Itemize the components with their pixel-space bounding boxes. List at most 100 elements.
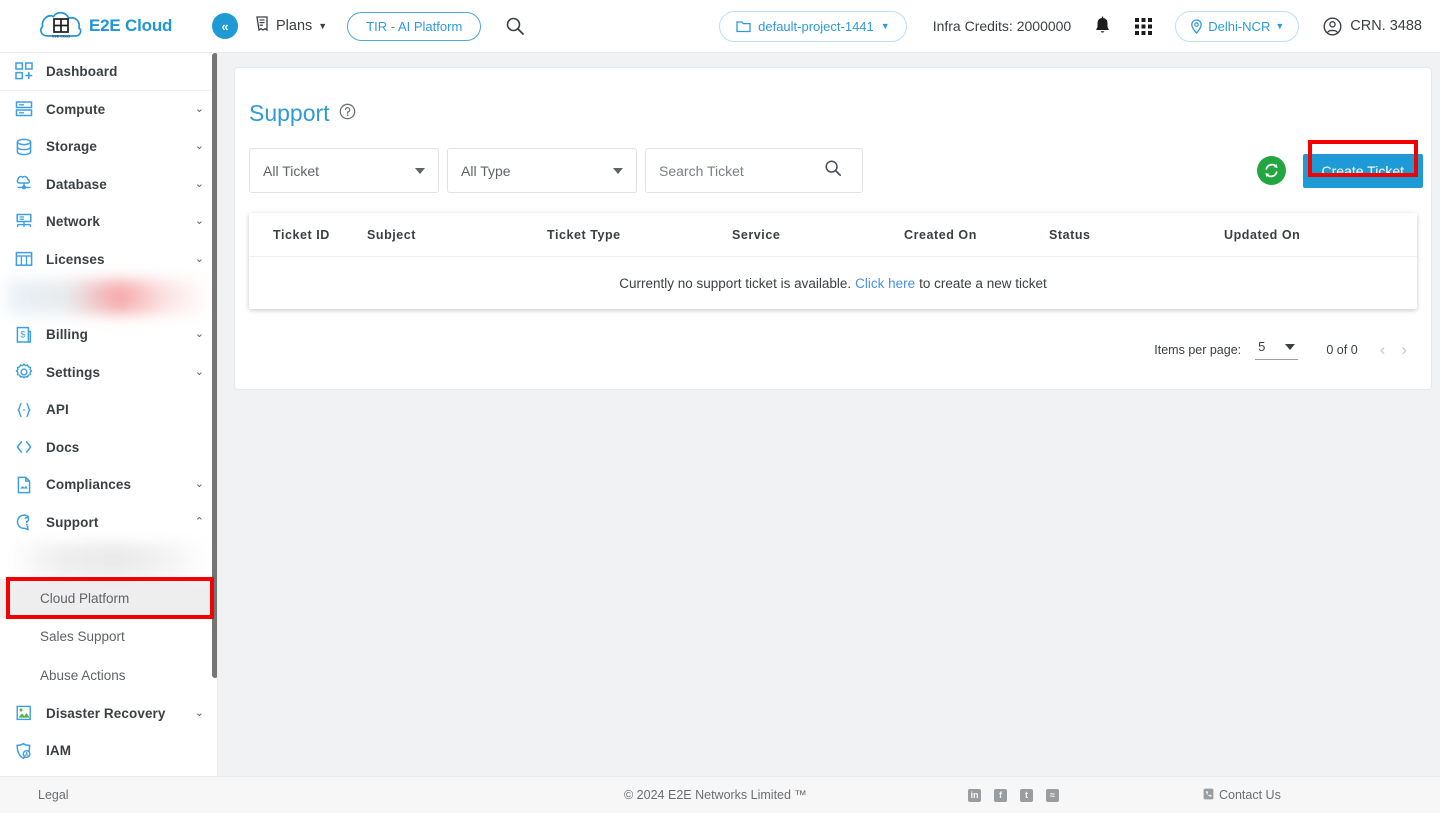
support-icon [12,512,36,532]
sidebar-item-label: API [46,402,69,418]
sidebar-item-billing[interactable]: $ Billing ⌄ [0,316,217,354]
chevron-down-icon [1285,343,1296,350]
ticket-filter-value: All Ticket [263,162,320,179]
sidebar-collapse-button[interactable]: « [212,13,238,39]
support-panel: Support All Ticket All Type Search Ticke… [234,67,1432,390]
empty-state-row: Currently no support ticket is available… [249,257,1417,309]
column-header-subject: Subject [367,227,416,242]
pagination-bar: Items per page: 5 0 of 0 ‹ › [235,309,1431,360]
region-selector[interactable]: Delhi-NCR ▼ [1175,10,1300,42]
user-avatar-icon [1323,16,1342,36]
filters-toolbar: All Ticket All Type Search Ticket Create… [235,127,1431,193]
sidebar-item-api[interactable]: API [0,391,217,429]
apps-grid-button[interactable] [1134,17,1153,36]
sidebar-navigation: Dashboard Compute ⌄ Storage ⌄ Database ⌄… [0,53,218,776]
grid-license-icon [12,249,36,269]
database-cloud-icon [12,174,36,194]
sidebar-item-label: Docs [46,439,80,455]
items-per-page-value: 5 [1258,339,1266,354]
sidebar-subitem-sales-support[interactable]: Sales Support [0,618,217,657]
sidebar-item-label: Storage [46,139,97,155]
sidebar-item-label: Support [46,514,99,530]
main-content: Support All Ticket All Type Search Ticke… [218,53,1440,776]
empty-state-link[interactable]: Click here [855,276,915,291]
brand-logo[interactable]: E2E Cloud E2E Cloud [0,9,212,43]
sidebar-item-licenses[interactable]: Licenses ⌄ [0,241,217,279]
chevron-down-icon [415,167,425,174]
region-label: Delhi-NCR [1208,18,1271,34]
sidebar-item-iam[interactable]: IAM [0,732,217,770]
type-filter-select[interactable]: All Type [447,148,637,193]
refresh-icon [1264,163,1278,178]
chevron-down-icon: ▼ [880,21,890,31]
network-icon [12,212,36,232]
header-search-button[interactable] [505,16,525,36]
sidebar-item-label: Licenses [46,251,105,267]
sidebar-scrollbar[interactable] [212,53,217,678]
chevron-left-icon[interactable]: ‹ [1380,340,1386,360]
sidebar-subitem-cloud-platform[interactable]: Cloud Platform [0,579,217,618]
infra-credits-label: Infra Credits: 2000000 [932,18,1072,34]
sidebar-item-support[interactable]: Support ⌃ [0,504,217,542]
code-brackets-icon [12,437,36,457]
disaster-recovery-icon [12,703,36,723]
plans-menu[interactable]: Plans ▼ [254,15,327,37]
sidebar-item-settings[interactable]: Settings ⌄ [0,354,217,392]
sidebar-item-label: Compute [46,101,106,117]
notifications-button[interactable] [1093,16,1112,36]
sidebar-item-label: Disaster Recovery [46,705,166,721]
sidebar-item-docs[interactable]: Docs [0,429,217,467]
e2e-cloud-logo-icon: E2E Cloud [38,9,84,43]
chevron-down-icon: ▼ [318,21,328,31]
help-circle-icon[interactable] [339,103,356,125]
chevron-down-icon: ⌄ [194,478,204,491]
copyright-text: © 2024 E2E Networks Limited ™ [624,788,807,802]
search-ticket-input[interactable] [659,162,824,179]
apps-grid-icon [1135,17,1153,35]
sidebar-item-disaster-recovery[interactable]: Disaster Recovery ⌄ [0,695,217,733]
sidebar-item-dashboard[interactable]: Dashboard [0,53,217,91]
facebook-icon[interactable]: f [994,788,1007,802]
header-right-cluster: default-project-1441 ▼ Infra Credits: 20… [719,10,1440,42]
chevron-right-icon[interactable]: › [1401,340,1407,360]
create-ticket-button[interactable]: Create Ticket [1302,153,1423,188]
column-header-status: Status [1049,227,1091,242]
copyright-year: © 2024 [624,788,665,802]
chevron-down-icon: ⌄ [194,215,204,228]
legal-link[interactable]: Legal [38,788,69,802]
contact-us-link[interactable]: Contact Us [1203,788,1281,803]
column-header-updated-on: Updated On [1224,227,1301,242]
search-icon[interactable] [824,159,842,182]
redacted-sidebar-item[interactable] [8,280,210,314]
sidebar-item-label: Network [46,214,100,230]
sidebar-item-network[interactable]: Network ⌄ [0,203,217,241]
sidebar-item-database[interactable]: Database ⌄ [0,166,217,204]
billing-icon: $ [12,325,36,345]
items-per-page-select[interactable]: 5 [1255,339,1299,360]
phone-icon [1203,788,1214,803]
tir-ai-platform-button[interactable]: TIR - AI Platform [347,11,482,41]
social-links: in f t ≈ [968,788,1059,802]
chevron-down-icon [613,167,623,174]
rss-icon[interactable]: ≈ [1046,788,1059,802]
chevron-down-icon: ⌄ [194,140,204,153]
twitter-icon[interactable]: t [1020,788,1033,802]
refresh-button[interactable] [1256,156,1286,185]
sidebar-item-compute[interactable]: Compute ⌄ [0,91,217,129]
user-account-button[interactable]: CRN. 3488 [1323,16,1422,36]
company-name: E2E Networks Limited ™ [667,788,807,802]
svg-text:$: $ [20,329,25,339]
empty-state-suffix: to create a new ticket [919,275,1047,291]
redacted-support-subitem[interactable] [8,543,210,577]
project-selector[interactable]: default-project-1441 ▼ [719,10,907,42]
chevron-down-icon: ⌄ [194,252,204,265]
linkedin-icon[interactable]: in [968,788,981,802]
chevron-down-icon: ⌄ [194,706,204,719]
plans-icon [254,15,271,37]
sidebar-subitem-abuse-actions[interactable]: Abuse Actions [0,656,217,695]
sidebar-item-compliances[interactable]: Compliances ⌄ [0,466,217,504]
sidebar-item-storage[interactable]: Storage ⌄ [0,128,217,166]
iam-shield-icon [12,741,36,761]
ticket-filter-select[interactable]: All Ticket [249,148,439,193]
bell-icon [1096,16,1110,33]
